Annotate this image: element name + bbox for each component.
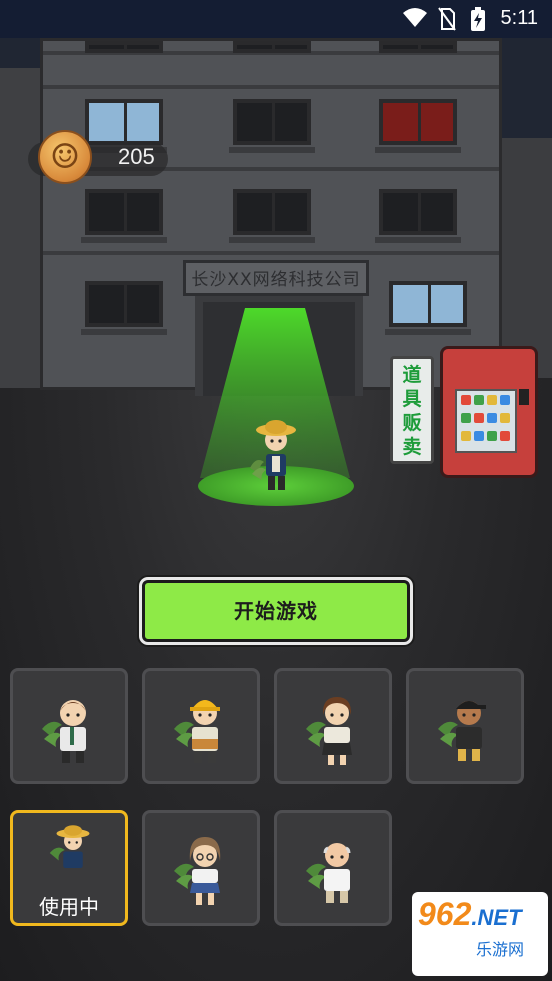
character-grandpa-icon bbox=[306, 843, 351, 903]
side-building-right bbox=[500, 138, 552, 378]
window bbox=[85, 41, 163, 53]
character-slot[interactable] bbox=[10, 668, 128, 784]
window bbox=[85, 189, 163, 235]
window bbox=[85, 281, 163, 327]
coin-icon: ☺ bbox=[38, 130, 92, 184]
coin-count: 205 bbox=[118, 144, 155, 169]
in-use-label: 使用中 bbox=[39, 895, 99, 919]
vending-machine[interactable] bbox=[440, 346, 538, 478]
window-lit-silhouette bbox=[389, 281, 467, 327]
character-office-lady-icon bbox=[306, 697, 352, 765]
site-watermark: 962.NET 乐游网 bbox=[412, 892, 548, 976]
vending-sign: 道 具 贩 卖 bbox=[390, 356, 434, 464]
watermark-net: .NET bbox=[471, 905, 522, 930]
character-hiphop-icon bbox=[438, 701, 486, 761]
window bbox=[233, 189, 311, 235]
character-office-worker-icon bbox=[42, 700, 86, 763]
window bbox=[379, 189, 457, 235]
character-slot[interactable] bbox=[142, 810, 260, 926]
character-schoolgirl-icon bbox=[174, 837, 221, 905]
character-slot[interactable] bbox=[406, 668, 524, 784]
status-time: 5:11 bbox=[500, 7, 538, 29]
character-slot-selected[interactable]: 使用中 bbox=[10, 810, 128, 926]
character-construction-worker-icon bbox=[174, 700, 220, 763]
character-slot[interactable] bbox=[274, 668, 392, 784]
start-game-button[interactable]: 开始游戏 bbox=[142, 580, 410, 642]
watermark-site-name: 乐游网 bbox=[476, 940, 525, 959]
window-red bbox=[379, 99, 457, 145]
window bbox=[379, 41, 457, 53]
player-character[interactable] bbox=[248, 416, 304, 496]
status-bar: 5:11 bbox=[0, 0, 552, 38]
wifi-icon bbox=[402, 7, 428, 33]
battery-charging-icon bbox=[470, 7, 486, 35]
character-farmer-icon bbox=[49, 825, 90, 868]
watermark-number: 962 bbox=[418, 896, 472, 932]
no-sim-icon bbox=[438, 7, 456, 35]
character-slot[interactable] bbox=[142, 668, 260, 784]
character-slot[interactable] bbox=[274, 810, 392, 926]
vending-window bbox=[455, 389, 517, 453]
window bbox=[233, 99, 311, 145]
game-scene: 长沙XX网络科技公司 道 具 贩 卖 ☺ 205 开始游戏 使用中 bbox=[0, 38, 552, 981]
window bbox=[233, 41, 311, 53]
window-lit bbox=[85, 99, 163, 145]
coin-slot bbox=[519, 389, 529, 405]
company-sign: 长沙XX网络科技公司 bbox=[183, 260, 369, 296]
